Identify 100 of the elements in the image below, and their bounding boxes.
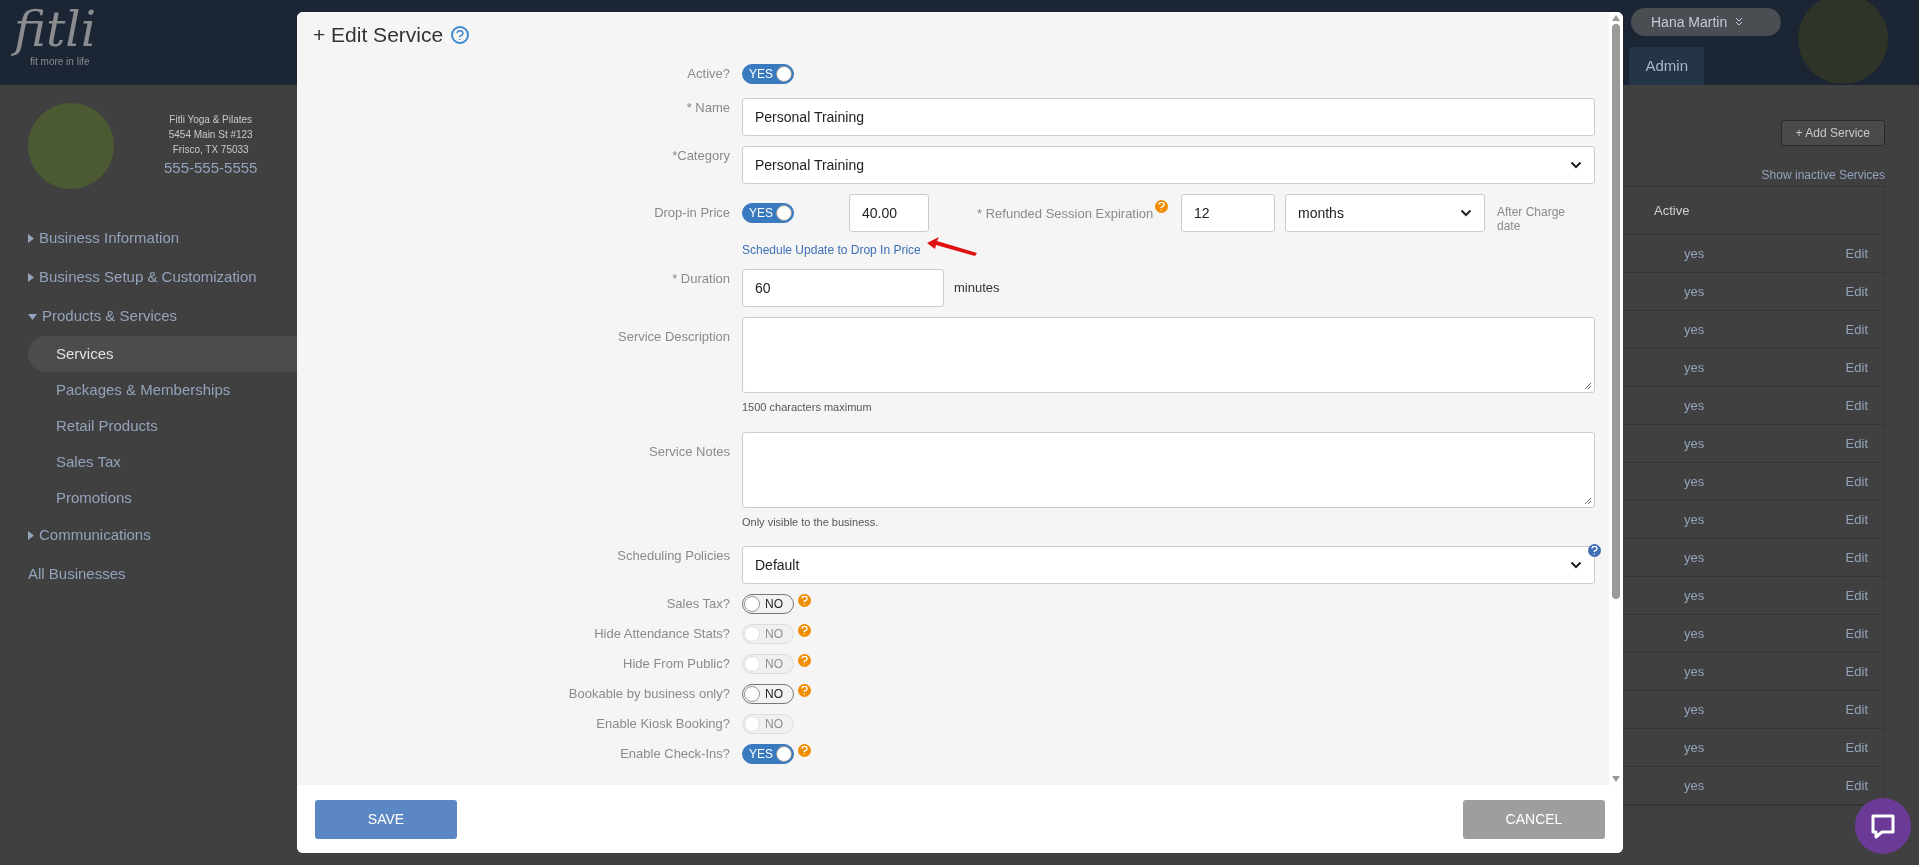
- scroll-up-icon[interactable]: [1611, 14, 1621, 22]
- table-cell-text: yes: [1683, 776, 1706, 795]
- table-cell-text: yes: [1683, 396, 1706, 415]
- business-city: Frisco, TX 75033: [172, 143, 249, 158]
- sidebar-subitem[interactable]: Services: [28, 336, 300, 372]
- edit-link[interactable]: Edit: [1794, 585, 1884, 606]
- field-label: * Duration: [672, 270, 730, 288]
- table-cell-text: yes: [1683, 510, 1706, 529]
- resize-handle-icon[interactable]: [1584, 382, 1592, 390]
- table-cell-text: yes: [1683, 282, 1706, 301]
- edit-link[interactable]: Edit: [1794, 433, 1884, 454]
- sidebar-item[interactable]: Communications: [28, 516, 300, 555]
- field-hint: 1500 characters maximum: [742, 400, 873, 415]
- edit-link[interactable]: Edit: [1794, 395, 1884, 416]
- field-label: * Refunded Session Expiration: [977, 205, 1154, 223]
- edit-link[interactable]: Edit: [1794, 547, 1884, 568]
- chevron-down-icon: [1570, 161, 1582, 169]
- scrollbar[interactable]: [1609, 12, 1623, 785]
- scroll-down-icon[interactable]: [1611, 775, 1621, 783]
- after-charge-note: After Charge date: [1497, 204, 1567, 233]
- toggle-switch[interactable]: YES: [742, 203, 794, 223]
- add-service-button[interactable]: + Add Service: [1780, 120, 1885, 146]
- edit-link[interactable]: Edit: [1794, 509, 1884, 530]
- sidebar-subitem[interactable]: Packages & Memberships: [28, 372, 300, 408]
- sidebar-subitem[interactable]: Promotions: [28, 480, 300, 516]
- table-cell-text: yes: [1683, 320, 1706, 339]
- user-menu[interactable]: Hana Martin: [1631, 8, 1781, 36]
- name-input[interactable]: Personal Training: [742, 98, 1595, 136]
- edit-link[interactable]: Edit: [1794, 737, 1884, 758]
- table-cell-text: yes: [1683, 548, 1706, 567]
- field-label: Enable Check-Ins?: [620, 745, 730, 764]
- toggle-switch[interactable]: NO: [742, 594, 794, 614]
- field-label: Service Description: [618, 328, 730, 346]
- table-cell-text: yes: [1683, 624, 1706, 643]
- edit-link[interactable]: Edit: [1794, 775, 1884, 796]
- table-cell-text: yes: [1683, 472, 1706, 491]
- field-hint: Only visible to the business.: [742, 514, 880, 530]
- field-label: Active?: [687, 65, 730, 84]
- chat-bubble-icon: [1869, 812, 1897, 840]
- sidebar-item[interactable]: Business Information: [28, 219, 300, 258]
- admin-tab[interactable]: Admin: [1629, 47, 1704, 85]
- edit-link[interactable]: Edit: [1794, 471, 1884, 492]
- sidebar-item[interactable]: Products & Services: [28, 297, 300, 336]
- chevron-down-icon: [1570, 561, 1582, 569]
- toggle-switch[interactable]: NO: [742, 684, 794, 704]
- field-label: * Name: [686, 99, 730, 117]
- table-cell-text: yes: [1683, 358, 1706, 377]
- resize-handle-icon[interactable]: [1584, 496, 1592, 505]
- toggle-switch[interactable]: YES: [742, 744, 794, 764]
- business-name: Fitli Yoga & Pilates: [169, 113, 253, 128]
- edit-link[interactable]: Edit: [1794, 319, 1884, 340]
- table-cell-text: yes: [1683, 586, 1706, 605]
- price-input[interactable]: 40.00: [849, 194, 929, 232]
- help-icon[interactable]: [798, 594, 811, 607]
- chevron-down-icon: [1460, 209, 1472, 217]
- dialog-title: + Edit Service: [313, 22, 444, 49]
- table-cell-text: yes: [1683, 700, 1706, 719]
- dropdown-select[interactable]: Default: [742, 546, 1595, 584]
- help-icon[interactable]: [798, 744, 811, 757]
- table-cell-text: yes: [1683, 434, 1706, 453]
- field-label: *Category: [672, 147, 730, 165]
- schedule-update-link[interactable]: Schedule Update to Drop In Price: [742, 241, 921, 259]
- sidebar-subitem[interactable]: Retail Products: [28, 408, 300, 444]
- table-cell-text: yes: [1683, 662, 1706, 681]
- field-label: Drop-in Price: [654, 204, 730, 222]
- edit-link[interactable]: Edit: [1794, 699, 1884, 720]
- edit-link[interactable]: Edit: [1794, 243, 1884, 264]
- business-address: 5454 Main St #123: [168, 128, 253, 143]
- field-label: Bookable by business only?: [568, 685, 730, 704]
- dropdown-select[interactable]: Personal Training: [742, 146, 1595, 184]
- column-header: Active: [1654, 201, 1691, 220]
- cancel-button[interactable]: CANCEL: [1463, 799, 1605, 839]
- field-label: Enable Kiosk Booking?: [596, 715, 730, 734]
- sidebar-item[interactable]: All Businesses: [28, 555, 300, 594]
- field-label: Scheduling Policies: [617, 547, 730, 565]
- minutes-unit: minutes: [954, 279, 1000, 298]
- expiration-input[interactable]: 12: [1181, 194, 1275, 232]
- help-icon[interactable]: [1588, 544, 1601, 557]
- toggle-switch[interactable]: YES: [742, 64, 794, 84]
- brand-tagline: fit more in life: [30, 56, 91, 69]
- help-icon[interactable]: [1155, 200, 1169, 213]
- duration-input[interactable]: 60: [742, 269, 944, 307]
- edit-link[interactable]: Edit: [1794, 357, 1884, 378]
- table-cell-text: yes: [1683, 738, 1706, 757]
- help-icon[interactable]: [798, 684, 811, 697]
- edit-link[interactable]: Edit: [1794, 623, 1884, 644]
- help-icon[interactable]: [451, 26, 470, 44]
- edit-link[interactable]: Edit: [1794, 281, 1884, 302]
- save-button[interactable]: SAVE: [315, 799, 457, 839]
- field-label: Hide Attendance Stats?: [594, 625, 730, 644]
- double-chevron-icon: [1735, 17, 1744, 27]
- sidebar-item[interactable]: Business Setup & Customization: [28, 258, 300, 297]
- sidebar-subitem[interactable]: Sales Tax: [28, 444, 300, 480]
- unit-select[interactable]: months: [1285, 194, 1485, 232]
- field-label: Service Notes: [649, 442, 730, 461]
- edit-link[interactable]: Edit: [1794, 661, 1884, 682]
- business-phone: 555-555-5555: [164, 158, 258, 179]
- field-label: Sales Tax?: [666, 595, 730, 614]
- chat-button[interactable]: [1855, 798, 1911, 854]
- field-label: Hide From Public?: [623, 655, 730, 674]
